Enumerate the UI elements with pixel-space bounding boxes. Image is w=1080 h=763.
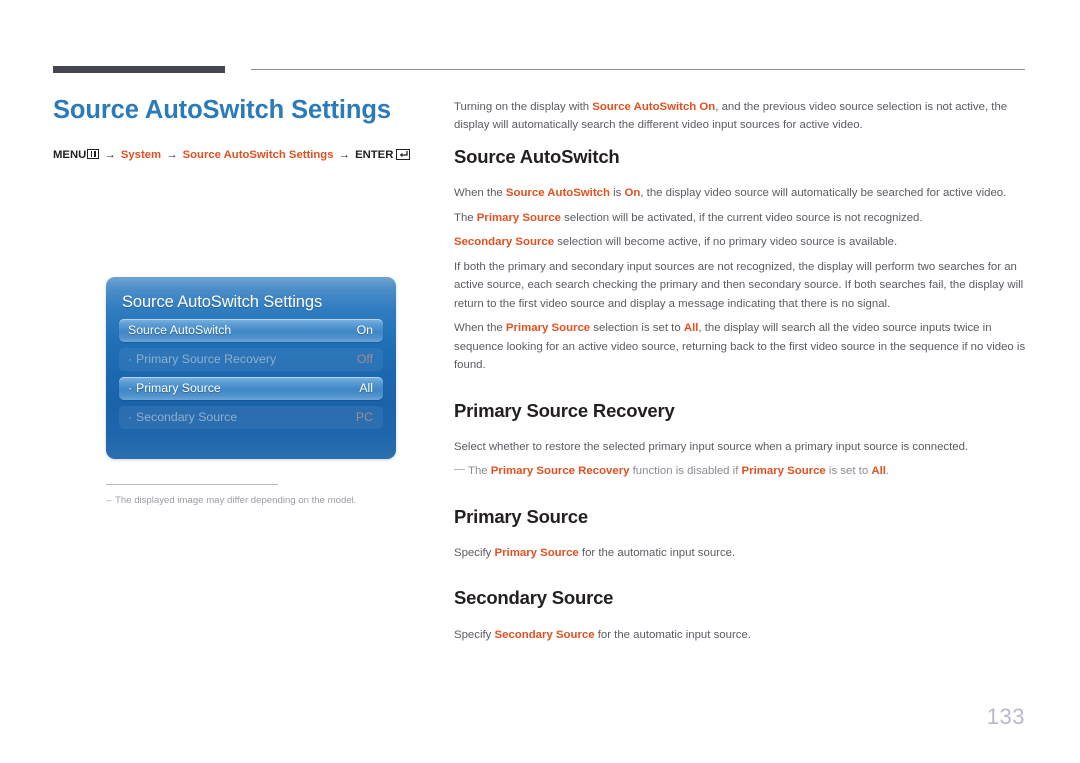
- inline-text: The: [468, 465, 491, 478]
- inline-highlight: Primary Source: [505, 322, 591, 335]
- intro-paragraph: Turning on the display with Source AutoS…: [454, 98, 1026, 135]
- section-paragraph: Secondary Source selection will become a…: [454, 233, 1026, 251]
- osd-row-bullet-icon: ·: [128, 410, 133, 425]
- inline-text: selection will be activated, if the curr…: [561, 211, 923, 224]
- intro-part1: Turning on the display with: [454, 101, 593, 113]
- osd-row-value: All: [359, 381, 373, 396]
- inline-highlight: Primary Source: [494, 546, 579, 559]
- inline-text: is: [609, 187, 625, 200]
- inline-text: for the automatic input source.: [578, 546, 736, 559]
- menu-grid-icon: [87, 149, 100, 160]
- header-rule-row: [53, 64, 1025, 76]
- osd-row-bullet-icon: ·: [128, 352, 133, 367]
- section-heading-secondary-source: Secondary Source: [454, 587, 614, 609]
- breadcrumb-system[interactable]: System: [121, 149, 161, 161]
- osd-row-label: · Primary Source: [128, 381, 221, 396]
- osd-row-source-autoswitch[interactable]: Source AutoSwitch On: [119, 319, 383, 343]
- osd-row-value: PC: [355, 410, 373, 425]
- inline-text: for the automatic input source.: [594, 628, 751, 641]
- inline-text: If both the primary and secondary input …: [454, 260, 1024, 310]
- inline-highlight: Source AutoSwitch: [505, 187, 610, 200]
- inline-text: function is disabled if: [629, 465, 742, 478]
- osd-row-value: Off: [356, 352, 373, 367]
- osd-panel-title: Source AutoSwitch Settings: [122, 293, 323, 311]
- inline-text: selection will become active, if no prim…: [554, 236, 898, 249]
- inline-highlight: On: [624, 187, 641, 200]
- inline-text: selection is set to: [590, 322, 684, 335]
- inline-highlight: Secondary Source: [454, 236, 555, 249]
- inline-text: The: [454, 211, 477, 224]
- inline-text: Select whether to restore the selected p…: [454, 440, 969, 453]
- inline-highlight: Primary Source: [741, 465, 826, 478]
- section-heading-primary-source-recovery: Primary Source Recovery: [454, 399, 675, 421]
- section-heading-source-autoswitch: Source AutoSwitch: [454, 145, 620, 167]
- path-arrow-1: →: [104, 149, 116, 162]
- section-paragraph: Specify Primary Source for the automatic…: [454, 544, 1026, 562]
- osd-row-label: Source AutoSwitch: [128, 323, 232, 338]
- section-paragraph: When the Source AutoSwitch is On, the di…: [454, 184, 1026, 202]
- osd-row-secondary-source[interactable]: · Secondary Source PC: [119, 406, 383, 430]
- inline-highlight: Primary Source: [476, 211, 562, 224]
- osd-row-label: · Primary Source Recovery: [128, 352, 277, 367]
- osd-row-list: Source AutoSwitch On · Primary Source Recov…: [119, 319, 383, 430]
- osd-row-primary-source[interactable]: · Primary Source All: [119, 377, 383, 401]
- page-title: Source AutoSwitch Settings: [53, 96, 391, 124]
- header-rule-thick: [53, 66, 225, 73]
- osd-row-bullet-icon: ·: [128, 381, 133, 396]
- intro-highlight: Source AutoSwitch On: [592, 101, 716, 113]
- inline-highlight: All: [683, 322, 699, 335]
- image-disclaimer-note: – The displayed image may differ dependin…: [106, 484, 406, 507]
- header-rule-thin: [251, 69, 1025, 70]
- section-note: The Primary Source Recovery function is …: [454, 462, 1026, 480]
- inline-text: .: [885, 465, 890, 478]
- enter-label: ENTER: [355, 149, 394, 162]
- inline-text: is set to: [825, 465, 872, 478]
- section-paragraph: Select whether to restore the selected p…: [454, 438, 1026, 456]
- section-paragraph: If both the primary and secondary input …: [454, 258, 1026, 313]
- note-divider: [106, 484, 278, 485]
- inline-highlight: Secondary Source: [494, 628, 595, 641]
- inline-text: Specify: [454, 546, 495, 559]
- inline-text: Specify: [454, 628, 495, 641]
- inline-text: When the: [454, 322, 506, 335]
- right-column: Turning on the display with Source AutoS…: [454, 98, 1026, 650]
- note-dash-marker: [454, 469, 465, 471]
- section-paragraph: The Primary Source selection will be act…: [454, 209, 1026, 227]
- note-body: The displayed image may differ depending…: [115, 495, 357, 506]
- section-heading-primary-source: Primary Source: [454, 505, 588, 527]
- page-number: 133: [986, 704, 1025, 729]
- note-dash: –: [106, 495, 112, 506]
- path-arrow-3: →: [338, 149, 350, 162]
- osd-panel: Source AutoSwitch Settings Source AutoSw…: [106, 277, 396, 459]
- path-arrow-2: →: [166, 149, 178, 162]
- menu-path-breadcrumb: MENU → System → Source AutoSwitch Settin…: [53, 149, 413, 163]
- inline-highlight: All: [871, 465, 886, 478]
- osd-row-primary-source-recovery[interactable]: · Primary Source Recovery Off: [119, 348, 383, 372]
- section-paragraph: When the Primary Source selection is set…: [454, 319, 1026, 374]
- section-paragraph: Specify Secondary Source for the automat…: [454, 626, 1026, 644]
- menu-root-label: MENU: [53, 149, 87, 162]
- note-text-line: – The displayed image may differ dependin…: [106, 495, 406, 507]
- inline-text: When the: [454, 187, 506, 200]
- breadcrumb-source-autoswitch-settings[interactable]: Source AutoSwitch Settings: [183, 149, 334, 161]
- inline-text: , the display video source will automati…: [640, 187, 1007, 200]
- sections-container: Source AutoSwitch When the Source AutoSwi…: [454, 145, 1026, 644]
- osd-row-label: · Secondary Source: [128, 410, 238, 425]
- enter-return-icon: [396, 149, 411, 161]
- inline-highlight: Primary Source Recovery: [490, 465, 630, 478]
- left-column: Source AutoSwitch Settings MENU → System…: [53, 96, 413, 506]
- osd-row-value: On: [356, 323, 373, 338]
